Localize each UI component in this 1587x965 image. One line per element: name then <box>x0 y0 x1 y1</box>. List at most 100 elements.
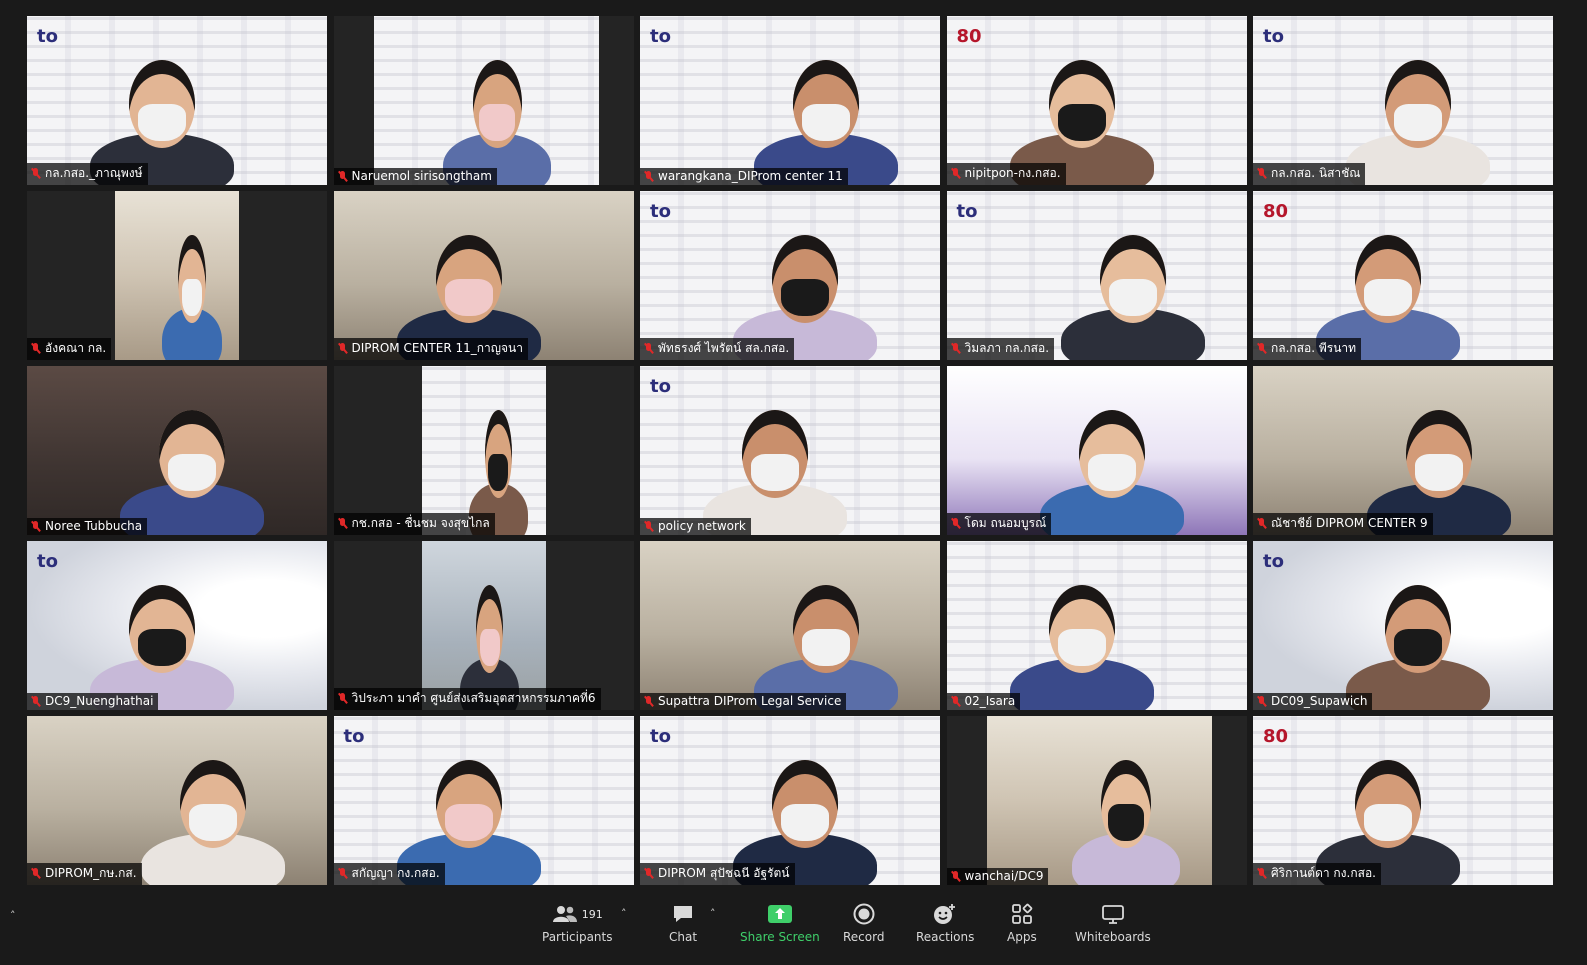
participant-name: ศิริกานต์ดา กง.กสอ. <box>1271 866 1376 880</box>
participant-tile[interactable]: ณัชาชีย์ DIPROM CENTER 9 <box>1253 366 1553 535</box>
chevron-up-icon[interactable]: ˄ <box>10 909 16 922</box>
participant-name-bar: warangkana_DIProm center 11 <box>640 168 848 185</box>
participant-tile[interactable]: Noree Tubbucha <box>27 366 327 535</box>
participant-name: Supattra DIProm Legal Service <box>658 694 842 708</box>
face-mask <box>1057 628 1106 667</box>
participant-name: พัทธรงศ์ ไพรัตน์ สล.กสอ. <box>658 341 790 355</box>
mic-muted-icon <box>1257 868 1266 879</box>
video-grid: to กล.กสอ._ภาณุพงษ์ Naruemol sirisongtham t… <box>27 16 1553 885</box>
mic-muted-icon <box>31 168 40 179</box>
participant-tile[interactable]: โดม ถนอมบูรณ์ <box>946 366 1247 535</box>
face-mask <box>1394 628 1442 667</box>
diprom-logo: to <box>650 26 671 47</box>
participant-tile[interactable]: DIPROM_กษ.กส. <box>27 716 327 885</box>
participant-name-bar: สกัญญา กง.กสอ. <box>333 863 445 885</box>
face-mask <box>781 278 829 317</box>
whiteboards-icon <box>1101 905 1124 924</box>
mic-muted-icon <box>1257 695 1266 707</box>
participant-tile[interactable]: to DC9_Nuenghathai <box>27 541 327 710</box>
participant-name-bar: nipitpon-กง.กสอ. <box>946 163 1066 185</box>
face-mask <box>781 803 829 842</box>
mic-muted-icon <box>644 695 653 707</box>
mic-muted-icon <box>1257 343 1266 354</box>
participant-name: วิประภา มาคำ ศูนย์ส่งเสริมอุตสาหกรรมภาคท… <box>351 691 596 705</box>
participant-tile[interactable]: to warangkana_DIProm center 11 <box>640 16 940 185</box>
participant-tile[interactable]: DIPROM CENTER 11_กาญจนา <box>333 191 634 360</box>
face-mask <box>479 628 500 667</box>
diprom-logo: to <box>1263 26 1284 47</box>
participant-tile[interactable]: to สกัญญา กง.กสอ. <box>333 716 634 885</box>
chat-button[interactable]: Chat <box>669 903 697 944</box>
share-screen-button[interactable]: Share Screen <box>740 903 820 944</box>
participant-name: DIPROM CENTER 11_กาญจนา <box>351 341 523 355</box>
participant-tile[interactable]: 80 กล.กสอ. พีรนาท <box>1253 191 1553 360</box>
participant-name: DC9_Nuenghathai <box>45 694 154 708</box>
participant-video: to <box>640 716 940 885</box>
participant-tile[interactable]: to policy network <box>640 366 940 535</box>
mic-muted-icon <box>31 695 40 707</box>
participant-video <box>115 191 239 360</box>
participant-tile[interactable]: to DC09_Supawich <box>1253 541 1553 710</box>
participant-name: กล.กสอ._ภาณุพงษ์ <box>45 166 143 180</box>
mic-muted-icon <box>951 168 960 179</box>
participant-video: 80 <box>946 16 1247 185</box>
participant-tile[interactable]: wanchai/DC9 <box>946 716 1247 885</box>
diprom-logo: 80 <box>956 26 982 47</box>
participant-name-bar: DIPROM สุปัชฉนี อัฐรัตน์ <box>640 863 795 885</box>
participant-name-bar: กช.กสอ - ชื่นชม จงสุขไกล <box>333 513 495 535</box>
participant-video: 80 <box>1253 716 1553 885</box>
whiteboards-button[interactable]: Whiteboards <box>1075 903 1151 944</box>
face-mask <box>1108 278 1157 317</box>
participant-tile[interactable]: 02_Isara <box>946 541 1247 710</box>
participant-tile[interactable]: 80 nipitpon-กง.กสอ. <box>946 16 1247 185</box>
participants-button[interactable]: 191 Participants <box>542 903 613 944</box>
participant-tile[interactable]: to กล.กสอ._ภาณุพงษ์ <box>27 16 327 185</box>
apps-button[interactable]: Apps <box>1007 903 1037 944</box>
participant-name-bar: ณัชาชีย์ DIPROM CENTER 9 <box>1253 513 1433 535</box>
participant-name: กล.กสอ. พีรนาท <box>1271 341 1357 355</box>
mic-muted-icon <box>951 518 960 529</box>
chat-label: Chat <box>669 930 698 944</box>
meeting-toolbar: ˄ 191 Participants ˄ Chat ˄ Share Screen… <box>0 891 1587 965</box>
participants-icon <box>552 906 577 922</box>
participant-tile[interactable]: to วิมลภา กล.กสอ. <box>946 191 1247 360</box>
mic-muted-icon <box>338 170 347 182</box>
participant-tile[interactable]: อังคณา กล. <box>27 191 327 360</box>
face-mask <box>479 103 516 142</box>
participant-name-bar: โดม ถนอมบูรณ์ <box>946 513 1052 535</box>
diprom-logo: to <box>37 26 58 47</box>
participant-tile[interactable]: to พัทธรงศ์ ไพรัตน์ สล.กสอ. <box>640 191 940 360</box>
participant-tile[interactable]: กช.กสอ - ชื่นชม จงสุขไกล <box>333 366 634 535</box>
face-mask <box>168 453 216 492</box>
participant-video: to <box>640 16 940 185</box>
participant-name-bar: วิประภา มาคำ ศูนย์ส่งเสริมอุตสาหกรรมภาคท… <box>333 688 601 710</box>
participant-tile[interactable]: Naruemol sirisongtham <box>333 16 634 185</box>
participant-tile[interactable]: to DIPROM สุปัชฉนี อัฐรัตน์ <box>640 716 940 885</box>
chat-options-chevron-icon[interactable]: ˄ <box>710 907 716 920</box>
mic-muted-icon <box>31 520 40 532</box>
participant-tile[interactable]: 80 ศิริกานต์ดา กง.กสอ. <box>1253 716 1553 885</box>
whiteboards-label: Whiteboards <box>1075 930 1151 944</box>
participant-video <box>640 541 940 710</box>
participants-options-chevron-icon[interactable]: ˄ <box>621 907 627 920</box>
diprom-logo: 80 <box>1263 201 1289 222</box>
participant-video: to <box>333 716 634 885</box>
participant-video: to <box>1253 16 1553 185</box>
record-button[interactable]: Record <box>843 903 884 944</box>
face-mask <box>488 453 509 492</box>
diprom-logo: to <box>37 551 58 572</box>
mic-muted-icon <box>1257 518 1266 529</box>
face-mask <box>1364 803 1412 842</box>
participant-tile[interactable]: to กล.กสอ. นิสาชัณ <box>1253 16 1553 185</box>
participant-name-bar: กล.กสอ. พีรนาท <box>1253 338 1362 360</box>
participant-tile[interactable]: Supattra DIProm Legal Service <box>640 541 940 710</box>
face-mask <box>1057 103 1106 142</box>
participant-name-bar: 02_Isara <box>946 693 1021 710</box>
participant-name-bar: พัทธรงศ์ ไพรัตน์ สล.กสอ. <box>640 338 795 360</box>
participant-tile[interactable]: วิประภา มาคำ ศูนย์ส่งเสริมอุตสาหกรรมภาคท… <box>333 541 634 710</box>
participant-name-bar: wanchai/DC9 <box>946 868 1049 885</box>
participant-name: Noree Tubbucha <box>45 519 143 533</box>
face-mask <box>444 278 493 317</box>
participant-name: Naruemol sirisongtham <box>351 169 492 183</box>
reactions-button[interactable]: Reactions <box>916 903 974 944</box>
